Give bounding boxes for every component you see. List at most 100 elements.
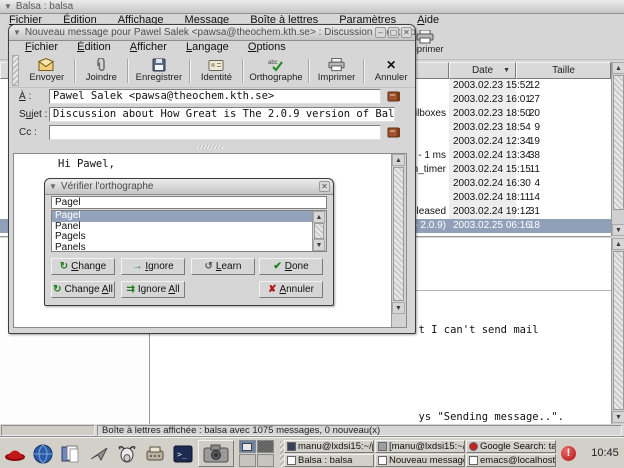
- grip-icon: [197, 145, 223, 149]
- gnu-icon[interactable]: [114, 441, 139, 467]
- ignore-button[interactable]: →Ignore: [121, 258, 185, 275]
- workspace-1[interactable]: [239, 440, 256, 453]
- task-button[interactable]: Google Search: taking: [466, 440, 556, 453]
- toolbar-separator: [242, 59, 244, 83]
- scroll-up-icon[interactable]: ▲: [612, 62, 624, 74]
- ignore-all-button[interactable]: ⇉Ignore All: [121, 281, 185, 298]
- suggestion-item[interactable]: Pagels: [52, 232, 326, 243]
- change-all-button[interactable]: ↻Change All: [51, 281, 115, 298]
- compose-body-scrollbar[interactable]: ▲ ▼: [391, 154, 406, 327]
- address-book-icon[interactable]: [387, 126, 401, 139]
- suggestion-item[interactable]: Pagel: [52, 211, 326, 222]
- column-header-size[interactable]: Taille: [516, 62, 611, 79]
- maximize-icon[interactable]: ▢: [388, 27, 399, 38]
- message-list-scrollbar[interactable]: ▲ ▼: [611, 62, 624, 236]
- scroll-up-icon[interactable]: ▲: [392, 154, 405, 166]
- alert-exclamation-icon[interactable]: !: [561, 446, 576, 461]
- menu-item[interactable]: Options: [244, 41, 290, 54]
- identity-button[interactable]: Identité: [193, 55, 241, 86]
- workspace-3[interactable]: [239, 454, 256, 467]
- toolbar-grip[interactable]: [12, 55, 19, 86]
- desktop: ▼Balsa : balsa Fichier Édition Affichage…: [0, 0, 624, 468]
- menu-item[interactable]: Langage: [182, 41, 233, 54]
- learn-button[interactable]: ↺Learn: [191, 258, 255, 275]
- misspelled-word-input[interactable]: Pagel: [51, 196, 327, 209]
- status-bar: Boîte à lettres affichée : balsa avec 10…: [0, 424, 624, 437]
- suggestion-item[interactable]: Panel: [52, 222, 326, 233]
- task-button[interactable]: manu@lxdsi15:~/prog: [284, 440, 374, 453]
- status-message: Boîte à lettres affichée : balsa avec 10…: [97, 425, 622, 436]
- compose-titlebar[interactable]: ▼Nouveau message pour Pawel Salek <pawsa…: [9, 25, 415, 41]
- sort-desc-icon: ▼: [503, 67, 510, 74]
- taskbar: >_ manu@lxdsi15:~/prog: [0, 437, 624, 468]
- cancel-button[interactable]: ✘Annuler: [259, 281, 323, 298]
- browser-globe-icon[interactable]: [30, 441, 55, 467]
- to-input[interactable]: Pawel Salek <pawsa@theochem.kth.se>: [49, 89, 381, 104]
- ignore-all-icon: ⇉: [126, 284, 134, 295]
- task-window-icon: [287, 442, 296, 451]
- workspace-2[interactable]: [257, 440, 274, 453]
- window-menu-icon[interactable]: ▼: [49, 179, 57, 194]
- cancel-button[interactable]: ✕ Annuler: [367, 55, 415, 86]
- window-menu-icon[interactable]: ▼: [4, 0, 12, 13]
- task-button[interactable]: [manu@lxdsi15:~/ma: [375, 440, 465, 453]
- preview-scrollbar[interactable]: ▲ ▼: [611, 238, 624, 424]
- menu-item[interactable]: Édition: [73, 41, 115, 54]
- menu-item[interactable]: Fichier: [21, 41, 62, 54]
- suggestion-item[interactable]: Panels: [52, 243, 326, 253]
- scroll-down-icon[interactable]: ▼: [392, 302, 405, 314]
- task-button[interactable]: emacs@localhost.loc: [466, 454, 556, 467]
- workspace-4[interactable]: [257, 454, 274, 467]
- suggestions-scrollbar[interactable]: ▲ ▼: [312, 211, 326, 251]
- body-drag-handle[interactable]: [13, 143, 407, 151]
- done-check-icon: ✔: [273, 261, 281, 272]
- scroll-down-icon[interactable]: ▼: [313, 239, 325, 251]
- address-book-icon[interactable]: [387, 90, 401, 103]
- workspace-pager[interactable]: [239, 440, 274, 467]
- scroll-down-icon[interactable]: ▼: [612, 224, 624, 236]
- task-button[interactable]: Nouveau message po: [375, 454, 465, 467]
- subject-input[interactable]: Discussion about How Great is The 2.0.9 …: [49, 107, 395, 122]
- spellcheck-dialog: ▼Vérifier l'orthographe ✕ Pagel Pagel Pa…: [44, 178, 334, 306]
- scroll-up-icon[interactable]: ▲: [313, 211, 325, 223]
- send-button[interactable]: Envoyer: [22, 55, 72, 86]
- task-button[interactable]: Balsa : balsa: [284, 454, 374, 467]
- main-window-titlebar[interactable]: ▼Balsa : balsa: [0, 0, 624, 14]
- toolbar-separator: [363, 59, 365, 83]
- close-icon[interactable]: ✕: [401, 27, 412, 38]
- scrollbar-thumb[interactable]: [613, 251, 624, 410]
- redhat-menu-icon[interactable]: [2, 441, 27, 467]
- screenshot-camera-icon[interactable]: [198, 440, 234, 467]
- typewriter-icon[interactable]: [142, 441, 167, 467]
- documents-icon[interactable]: [58, 441, 83, 467]
- close-icon[interactable]: ✕: [319, 181, 330, 192]
- column-header-date[interactable]: Date ▼: [449, 62, 516, 79]
- change-button[interactable]: ↻Change: [51, 258, 115, 275]
- scrollbar-thumb[interactable]: [314, 223, 324, 239]
- preview-line: [153, 368, 596, 379]
- spellcheck-button[interactable]: abc Orthographe: [246, 55, 306, 86]
- attach-paperclip-icon: [94, 58, 108, 72]
- window-menu-icon[interactable]: ▼: [13, 25, 21, 40]
- menu-item[interactable]: Afficher: [126, 41, 171, 54]
- spellcheck-titlebar[interactable]: ▼Vérifier l'orthographe ✕: [45, 179, 333, 195]
- svg-text:>_: >_: [177, 450, 187, 459]
- scrollbar-thumb[interactable]: [613, 75, 624, 210]
- toolbar-separator: [189, 59, 191, 83]
- scroll-down-icon[interactable]: ▼: [612, 411, 624, 423]
- done-button[interactable]: ✔Done: [259, 258, 323, 275]
- attach-button[interactable]: Joindre: [78, 55, 126, 86]
- progress-cell: [1, 425, 95, 436]
- scroll-up-icon[interactable]: ▲: [612, 238, 624, 250]
- cancel-x-icon: ✘: [268, 284, 276, 295]
- save-button[interactable]: Enregistrer: [131, 55, 187, 86]
- print-button[interactable]: Imprimer: [312, 55, 362, 86]
- pointer-plane-icon[interactable]: [86, 441, 111, 467]
- scrollbar-thumb[interactable]: [393, 167, 404, 301]
- minimize-icon[interactable]: –: [375, 27, 386, 38]
- terminal-icon[interactable]: >_: [170, 441, 195, 467]
- toolbar-separator: [74, 59, 76, 83]
- cc-input[interactable]: [49, 125, 381, 140]
- menu-item[interactable]: Aide: [413, 14, 443, 26]
- launcher-area: >_: [2, 439, 284, 468]
